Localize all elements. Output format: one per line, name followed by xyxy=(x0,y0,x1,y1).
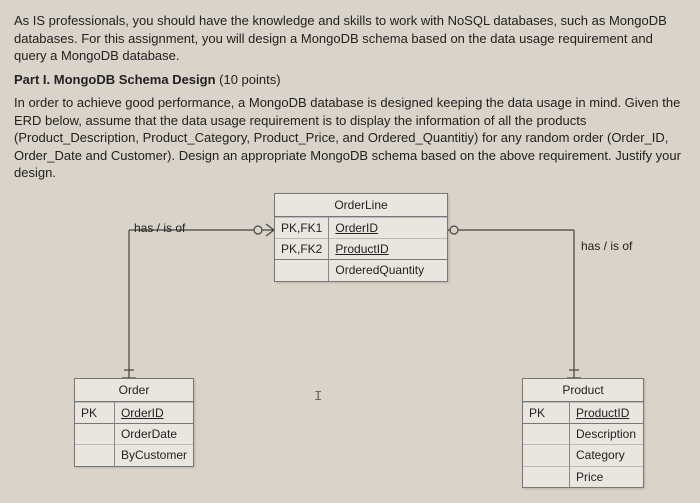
part-points: (10 points) xyxy=(216,72,281,87)
part-body: In order to achieve good performance, a … xyxy=(14,94,686,182)
entity-title: Order xyxy=(75,379,193,402)
attr-cell: OrderID xyxy=(114,403,193,424)
entity-row: PK OrderID xyxy=(75,403,193,424)
entity-row: Description xyxy=(523,424,643,445)
part-heading: Part I. MongoDB Schema Design (10 points… xyxy=(14,71,686,89)
entity-row: Category xyxy=(523,445,643,466)
attr-cell: ByCustomer xyxy=(114,445,193,466)
part-title: Part I. MongoDB Schema Design xyxy=(14,72,216,87)
attr-cell: OrderID xyxy=(329,218,447,239)
key-cell: PK xyxy=(523,403,570,424)
entity-row: OrderedQuantity xyxy=(275,260,447,281)
attr-cell: Price xyxy=(570,466,644,487)
entity-product: Product PK ProductID Description Categor… xyxy=(522,378,644,488)
key-cell: PK,FK2 xyxy=(275,239,329,260)
key-cell xyxy=(75,424,114,445)
attr-cell: ProductID xyxy=(329,239,447,260)
entity-row: PK,FK1 OrderID xyxy=(275,218,447,239)
entity-order: Order PK OrderID OrderDate ByCustomer xyxy=(74,378,194,467)
key-cell: PK,FK1 xyxy=(275,218,329,239)
attr-cell: OrderedQuantity xyxy=(329,260,447,281)
key-cell xyxy=(523,466,570,487)
entity-orderline: OrderLine PK,FK1 OrderID PK,FK2 ProductI… xyxy=(274,193,448,282)
entity-title: OrderLine xyxy=(275,194,447,217)
relationship-label-right: has / is of xyxy=(581,238,632,254)
text-cursor-icon: I xyxy=(314,388,322,407)
attr-cell: ProductID xyxy=(570,403,644,424)
key-cell xyxy=(75,445,114,466)
key-cell xyxy=(523,424,570,445)
entity-row: OrderDate xyxy=(75,424,193,445)
key-cell xyxy=(523,445,570,466)
entity-title: Product xyxy=(523,379,643,402)
key-cell xyxy=(275,260,329,281)
key-cell: PK xyxy=(75,403,114,424)
erd-diagram: has / is of has / is of OrderLine PK,FK1… xyxy=(14,188,686,488)
intro-text: As IS professionals, you should have the… xyxy=(14,12,686,65)
entity-row: PK,FK2 ProductID xyxy=(275,239,447,260)
relationship-label-left: has / is of xyxy=(134,220,185,236)
attr-cell: OrderDate xyxy=(114,424,193,445)
entity-row: ByCustomer xyxy=(75,445,193,466)
entity-row: Price xyxy=(523,466,643,487)
entity-row: PK ProductID xyxy=(523,403,643,424)
attr-cell: Category xyxy=(570,445,644,466)
attr-cell: Description xyxy=(570,424,644,445)
